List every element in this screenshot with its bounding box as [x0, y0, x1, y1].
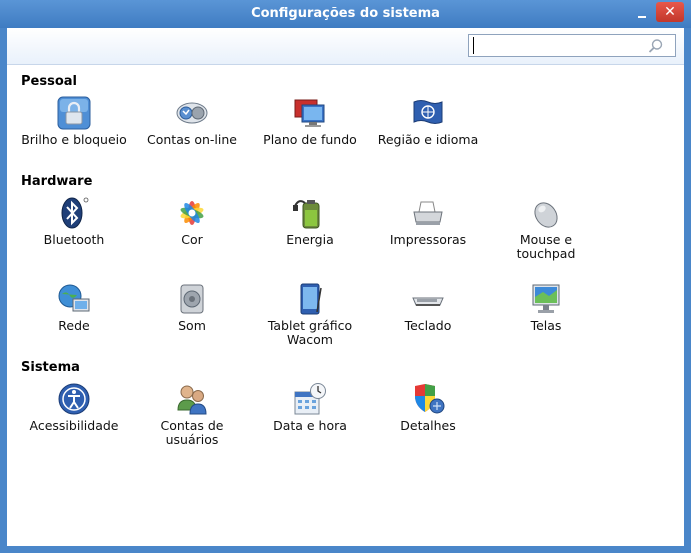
item-regiao-idioma[interactable]: Região e idioma [373, 96, 483, 147]
content-area: Pessoal Brilho e bloqueio Contas on-line [7, 28, 684, 546]
item-label: Plano de fundo [263, 132, 357, 147]
item-plano-de-fundo[interactable]: Plano de fundo [255, 96, 365, 147]
item-label: Telas [530, 318, 562, 333]
item-energia[interactable]: Energia [255, 196, 365, 247]
title-bar[interactable]: Configurações do sistema ✕ [0, 0, 691, 28]
color-icon [180, 201, 204, 225]
item-contas-usuarios[interactable]: Contas de usuários [137, 382, 247, 447]
item-label: Impressoras [389, 232, 467, 247]
toolbar [7, 28, 684, 65]
item-detalhes[interactable]: Detalhes [373, 382, 483, 433]
item-label: Data e hora [273, 418, 347, 433]
item-contas-online[interactable]: Contas on-line [137, 96, 247, 147]
lock-icon [57, 96, 91, 130]
item-label: Contas on-line [147, 132, 237, 147]
item-label: Som [178, 318, 206, 333]
speaker-icon [180, 284, 204, 314]
item-teclado[interactable]: Teclado [373, 282, 483, 333]
tablet-icon [300, 283, 322, 315]
section-title-sistema: Sistema [21, 360, 80, 375]
item-bluetooth[interactable]: Bluetooth [19, 196, 129, 247]
search-input[interactable] [473, 37, 644, 54]
item-acessibilidade[interactable]: Acessibilidade [19, 382, 129, 433]
item-label: Rede [58, 318, 90, 333]
search-icon[interactable] [647, 38, 665, 54]
item-tablet-wacom[interactable]: Tablet gráfico Wacom [255, 282, 365, 347]
item-brilho-bloqueio[interactable]: Brilho e bloqueio [19, 96, 129, 147]
item-som[interactable]: Som [137, 282, 247, 333]
item-label: Brilho e bloqueio [21, 132, 127, 147]
section-title-pessoal: Pessoal [21, 74, 77, 89]
bluetooth-icon [61, 197, 89, 229]
item-label: Bluetooth [43, 232, 105, 247]
users-icon [177, 385, 207, 415]
section-title-hardware: Hardware [21, 174, 93, 189]
item-label: Região e idioma [377, 132, 479, 147]
item-label: Tablet gráfico Wacom [267, 318, 353, 347]
item-label: Mouse e touchpad [516, 232, 576, 261]
keyboard-icon [412, 297, 444, 306]
item-impressoras[interactable]: Impressoras [373, 196, 483, 247]
display-icon [532, 284, 560, 313]
search-box[interactable] [468, 34, 676, 57]
item-telas[interactable]: Telas [491, 282, 601, 333]
item-label: Teclado [404, 318, 452, 333]
item-label: Contas de usuários [160, 418, 224, 447]
region-flag-icon [413, 100, 443, 124]
online-accounts-icon [176, 102, 208, 124]
details-shield-icon [415, 384, 445, 414]
minimize-button[interactable] [632, 4, 652, 22]
mouse-icon [534, 202, 558, 228]
item-rede[interactable]: Rede [19, 282, 129, 333]
item-mouse-touchpad[interactable]: Mouse e touchpad [491, 196, 601, 261]
calendar-clock-icon [294, 383, 326, 415]
background-icon [294, 99, 325, 127]
item-cor[interactable]: Cor [137, 196, 247, 247]
accessibility-icon [58, 383, 90, 415]
item-label: Cor [181, 232, 203, 247]
item-label: Detalhes [400, 418, 456, 433]
settings-window: Configurações do sistema ✕ Pessoal Brilh… [0, 0, 691, 553]
item-data-hora[interactable]: Data e hora [255, 382, 365, 433]
window-title: Configurações do sistema [251, 6, 440, 21]
item-label: Acessibilidade [29, 418, 119, 433]
battery-icon [293, 200, 320, 229]
network-icon [58, 284, 90, 312]
close-button[interactable]: ✕ [656, 2, 684, 22]
printer-icon [413, 201, 443, 225]
item-label: Energia [286, 232, 334, 247]
